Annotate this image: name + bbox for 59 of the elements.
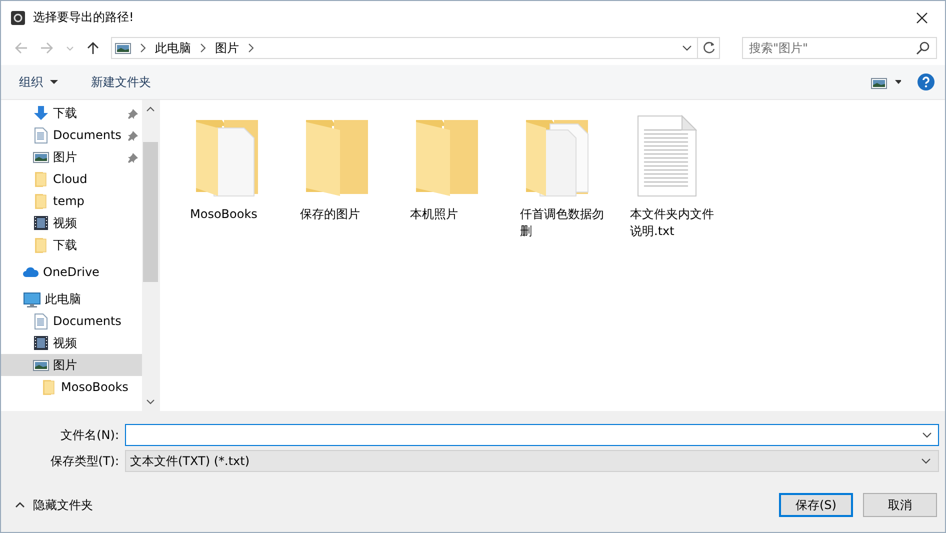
document-icon (33, 312, 49, 330)
sidebar-item[interactable]: MosoBooks (1, 376, 142, 398)
sidebar-item[interactable]: Cloud (1, 168, 142, 190)
search-icon (916, 41, 930, 55)
sidebar-item[interactable]: 此电脑 (1, 288, 142, 310)
file-item[interactable]: MosoBooks (190, 114, 300, 223)
sidebar-item[interactable]: OneDrive (1, 261, 142, 283)
sidebar-item[interactable]: temp (1, 190, 142, 212)
chevron-up-icon (15, 501, 25, 509)
hide-folders-button[interactable]: 隐藏文件夹 (13, 494, 95, 516)
field-label: 文件名(N): (60, 426, 119, 444)
film-icon (33, 334, 49, 352)
sidebar-item[interactable]: 下载 (1, 102, 142, 124)
file-type-dropdown[interactable]: 文本文件(TXT) (*.txt) (125, 450, 939, 472)
chevron-icon (199, 43, 207, 53)
app-icon (11, 10, 25, 24)
search-field[interactable]: 搜索"图片" (742, 37, 937, 59)
arrow-down-icon (33, 104, 49, 122)
filename-field[interactable] (125, 424, 939, 446)
sidebar-item[interactable]: 图片 (1, 354, 142, 376)
sidebar-item[interactable]: 视频 (1, 212, 142, 234)
breadcrumb-item[interactable]: 此电脑 (155, 40, 191, 56)
file-item[interactable]: 保存的图片 (300, 114, 410, 223)
chevron-icon (247, 43, 255, 53)
address-bar[interactable]: 此电脑 图片 (111, 37, 698, 59)
monitor-icon (23, 290, 41, 308)
sidebar-item[interactable]: Documents (1, 124, 142, 146)
close-icon (916, 12, 928, 24)
sidebar-item[interactable]: Documents (1, 310, 142, 332)
folder-icon (33, 170, 49, 188)
field-label: 保存类型(T): (49, 452, 119, 470)
folder-icon (33, 192, 49, 210)
new-folder-button[interactable]: 新建文件夹 (83, 70, 159, 94)
refresh-icon[interactable] (702, 41, 716, 55)
scroll-thumb[interactable] (143, 142, 158, 282)
folder-icon (41, 378, 57, 396)
scrollbar[interactable] (142, 100, 159, 411)
picture-icon (115, 40, 131, 56)
scroll-up-icon (146, 106, 155, 112)
chevron-icon (139, 43, 147, 53)
sidebar-item[interactable]: 下载 (1, 234, 142, 256)
sidebar-item[interactable]: 视频 (1, 332, 142, 354)
folder-icon (33, 236, 49, 254)
breadcrumb-item[interactable]: 图片 (215, 40, 239, 56)
up-arrow-icon[interactable] (85, 40, 101, 56)
file-item[interactable]: 本文件夹内文件说明.txt (630, 114, 740, 240)
file-item[interactable]: 本机照片 (410, 114, 520, 223)
document-icon (33, 126, 49, 144)
save-button[interactable]: 保存(S) (779, 493, 853, 517)
view-options-icon[interactable] (871, 75, 901, 89)
scroll-down-icon (146, 399, 155, 405)
caret-icon (49, 77, 59, 87)
sidebar-item[interactable]: 图片 (1, 146, 142, 168)
cancel-button[interactable]: 取消 (863, 493, 937, 517)
help-icon[interactable] (917, 73, 935, 91)
file-item[interactable]: 仟首调色数据勿删 (520, 114, 630, 240)
window-title: 选择要导出的路径! (33, 9, 135, 26)
film-icon (33, 214, 49, 232)
organize-button[interactable]: 组织 (11, 70, 67, 94)
